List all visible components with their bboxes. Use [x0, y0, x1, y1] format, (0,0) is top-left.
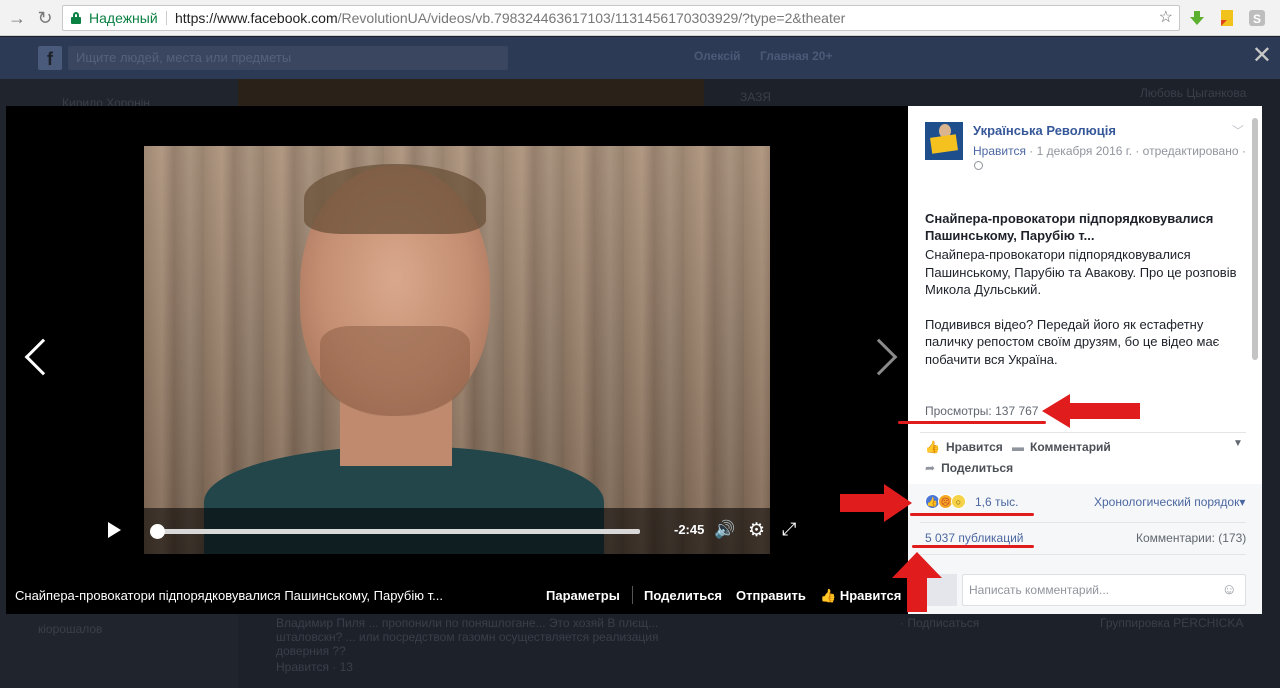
- page-name-link[interactable]: Українська Революція: [973, 123, 1116, 138]
- bg-comment-4: Нравится · 13: [276, 660, 353, 674]
- post-date: · 1 декабря 2016 г. · отредактировано ·: [1029, 144, 1246, 158]
- shares-count-link[interactable]: 5 037 публикаций: [925, 531, 1024, 545]
- annotation-arrow-up-icon: [892, 552, 942, 612]
- divider: [920, 554, 1246, 555]
- reload-icon[interactable]: ↻: [34, 7, 56, 29]
- volume-icon[interactable]: 🔊: [714, 520, 735, 540]
- bg-left-bottom: кіорошалов: [38, 622, 103, 636]
- post-body-paragraph-2: Подивився відео? Передай його як естафет…: [925, 316, 1220, 367]
- play-icon[interactable]: [108, 522, 121, 538]
- download-extension-icon[interactable]: [1188, 9, 1206, 27]
- video-send-button[interactable]: Отправить: [736, 588, 806, 603]
- back-arrow-icon[interactable]: →: [6, 7, 28, 29]
- bg-comment-2: шталовскн? ... или посредством газомн ос…: [276, 630, 659, 644]
- comment-order-label: Хронологический порядок: [1094, 495, 1240, 509]
- browser-toolbar: → ↻ Надежный https://www.facebook.com/Re…: [0, 0, 1280, 36]
- comment-order-dropdown[interactable]: Хронологический порядок▾: [1094, 495, 1245, 509]
- wow-reaction-icon[interactable]: ○: [951, 494, 966, 509]
- thumbs-up-icon: 👍: [820, 588, 837, 603]
- fullscreen-icon[interactable]: ⤢: [782, 519, 796, 540]
- previous-arrow-icon[interactable]: [22, 338, 62, 386]
- annotation-underline-reactions: [910, 513, 1034, 516]
- seek-handle[interactable]: [149, 524, 165, 539]
- reaction-count[interactable]: 1,6 тыс.: [975, 495, 1018, 509]
- divider: [920, 522, 1246, 523]
- annotation-underline-views: [898, 421, 1046, 424]
- video-controls: -2:45 🔊 ⚙ ⤢: [92, 508, 822, 554]
- post-body: Снайпера-провокатори підпорядковувалися …: [925, 246, 1245, 385]
- like-label: Нравится: [945, 440, 1003, 454]
- post-panel: Українська Революція Нравится · 1 декабр…: [908, 106, 1262, 614]
- facebook-search-input[interactable]: Ищите людей, места или предметы: [68, 46, 508, 70]
- video-share-button[interactable]: Поделиться: [644, 588, 722, 603]
- nav-home[interactable]: Главная 20+: [760, 49, 833, 63]
- caption-divider: [632, 586, 633, 604]
- secure-label: Надежный: [89, 10, 158, 26]
- video-options-button[interactable]: Параметры: [546, 588, 620, 603]
- comment-button[interactable]: ▬ Комментарий: [1012, 440, 1111, 454]
- post-title: Снайпера-провокатори підпорядковувалися …: [925, 211, 1214, 243]
- annotation-underline-shares: [912, 545, 1034, 548]
- like-button[interactable]: 👍 Нравится: [925, 440, 1003, 454]
- comment-icon: ▬: [1012, 440, 1024, 454]
- caret-down-icon: ▾: [1239, 495, 1246, 509]
- facebook-logo-icon[interactable]: f: [38, 46, 62, 70]
- video-frame[interactable]: [144, 146, 770, 554]
- views-count: Просмотры: 137 767: [925, 404, 1039, 418]
- bg-group: Группировка PERCHICKA: [1100, 616, 1244, 630]
- bookmark-star-icon[interactable]: ☆: [1159, 6, 1173, 30]
- address-bar[interactable]: Надежный https://www.facebook.com/Revolu…: [62, 5, 1180, 31]
- time-remaining: -2:45: [674, 522, 705, 537]
- comment-label: Комментарий: [1030, 440, 1111, 454]
- share-button[interactable]: ➦ Поделиться: [925, 461, 1013, 475]
- video-caption-bar: Снайпера-провокатори підпорядковувалися …: [6, 576, 908, 614]
- caret-down-icon[interactable]: ▼: [1233, 438, 1243, 449]
- svg-text:S: S: [1253, 12, 1261, 26]
- bg-comment-1: Владимир Пиля ... пропонили по поняшлога…: [276, 616, 659, 630]
- bg-comment-3: доверния ??: [276, 644, 346, 658]
- panel-scrollbar[interactable]: [1252, 118, 1258, 360]
- divider: [920, 432, 1246, 433]
- comment-placeholder: Написать комментарий...: [969, 583, 1110, 597]
- bg-small-top: ЗАЗЯ: [740, 90, 771, 104]
- thumbs-up-icon: 👍: [925, 440, 940, 454]
- bg-cover-strip: [238, 79, 704, 106]
- page-avatar[interactable]: [925, 122, 963, 160]
- post-meta: Нравится · 1 декабря 2016 г. · отредакти…: [973, 144, 1246, 158]
- video-caption: Снайпера-провокатори підпорядковувалися …: [15, 588, 443, 603]
- bg-right-name: Любовь Цыганкова: [1140, 86, 1247, 100]
- seek-bar[interactable]: [152, 529, 640, 534]
- s-extension-icon[interactable]: S: [1248, 9, 1266, 27]
- annotation-arrow-left-icon: [1042, 394, 1140, 428]
- url-text: https://www.facebook.com/RevolutionUA/vi…: [175, 10, 846, 26]
- lock-icon: [71, 12, 81, 24]
- chevron-down-icon[interactable]: ﹀: [1232, 122, 1244, 139]
- page-like-link[interactable]: Нравится: [973, 144, 1026, 158]
- nav-profile[interactable]: Олексій: [694, 49, 741, 63]
- video-person-beard: [320, 326, 470, 416]
- facebook-header: f Ищите людей, места или предметы Олексі…: [0, 37, 1280, 79]
- comments-count[interactable]: Комментарии: (173): [1136, 531, 1246, 545]
- comment-input[interactable]: Написать комментарий... ☺: [962, 574, 1246, 606]
- globe-icon: [974, 161, 983, 170]
- share-arrow-icon: ➦: [925, 461, 936, 475]
- annotation-arrow-right-icon: [840, 484, 912, 522]
- post-body-paragraph-1: Снайпера-провокатори підпорядковувалися …: [925, 247, 1237, 297]
- bookmark-extension-icon[interactable]: [1218, 9, 1236, 27]
- settings-gear-icon[interactable]: ⚙: [748, 519, 765, 542]
- video-person-hair: [304, 164, 486, 234]
- next-arrow-icon[interactable]: [860, 338, 900, 386]
- share-label: Поделиться: [941, 461, 1014, 475]
- video-like-button[interactable]: 👍 Нравится: [820, 588, 901, 604]
- emoji-icon[interactable]: ☺: [1222, 575, 1237, 605]
- bg-subscribe: · Подписаться: [900, 616, 980, 630]
- close-theater-icon[interactable]: ✕: [1252, 44, 1272, 68]
